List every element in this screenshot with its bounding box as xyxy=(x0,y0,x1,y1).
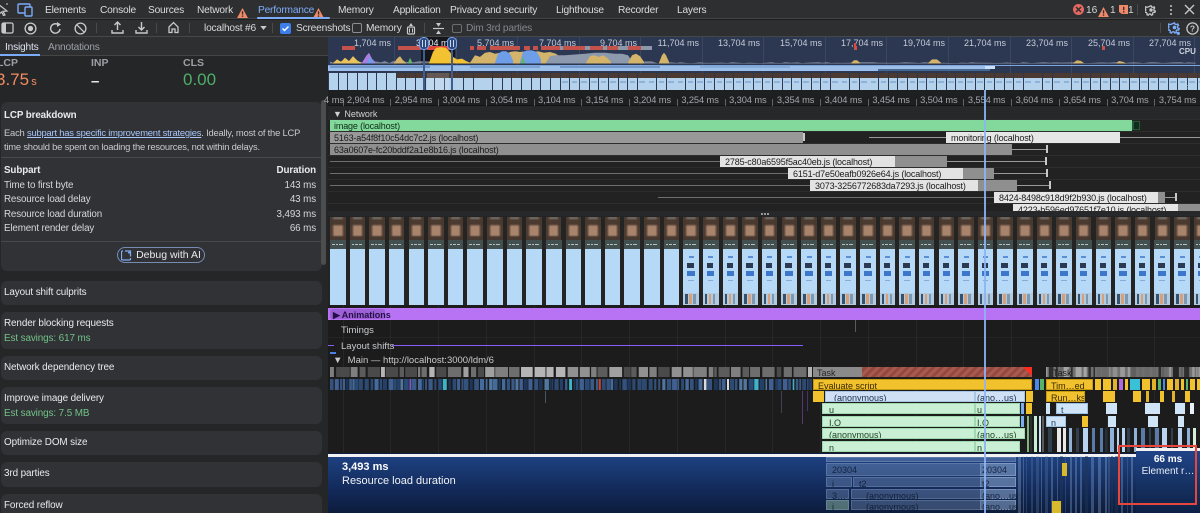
svg-text:?: ? xyxy=(1190,23,1195,33)
